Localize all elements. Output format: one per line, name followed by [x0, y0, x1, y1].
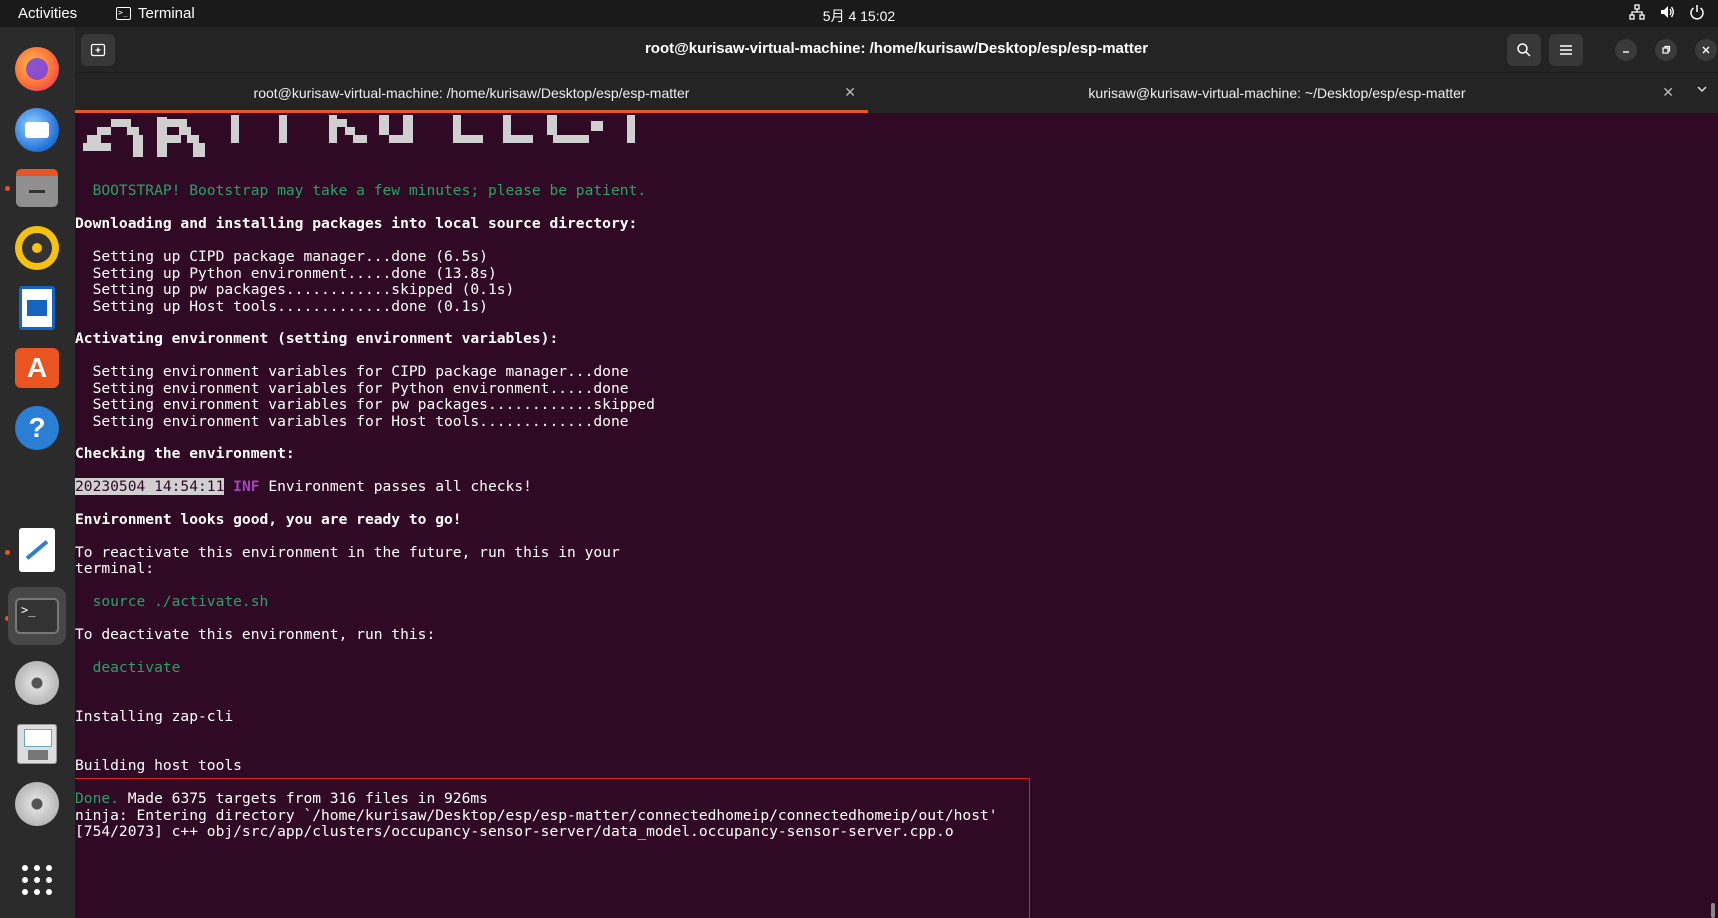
- activities-button[interactable]: Activities: [18, 5, 77, 22]
- tab-kurisaw[interactable]: kurisaw@kurisaw-virtual-machine: ~/Deskt…: [868, 73, 1686, 113]
- dvd-icon: [15, 661, 59, 705]
- power-icon[interactable]: [1688, 4, 1706, 24]
- app-menu[interactable]: >_ Terminal: [116, 5, 195, 22]
- hamburger-icon: [1560, 45, 1572, 55]
- app-center-launcher[interactable]: A: [8, 339, 66, 397]
- top-bar: Activities >_ Terminal 5月 4 15:02: [0, 0, 1718, 27]
- app-name: Terminal: [138, 5, 195, 22]
- rhythmbox-launcher[interactable]: [8, 219, 66, 277]
- reactivate-hint: To reactivate this environment in the fu…: [75, 544, 620, 561]
- section-heading: Activating environment (setting environm…: [75, 330, 559, 347]
- dock: A ? >_: [0, 27, 75, 918]
- files-launcher[interactable]: [8, 159, 66, 217]
- source-command: source ./activate.sh: [75, 593, 269, 610]
- terminal-launcher[interactable]: >_: [8, 587, 66, 645]
- floppy-launcher[interactable]: [8, 715, 66, 773]
- envvar-line: Setting environment variables for Host t…: [75, 413, 629, 430]
- timestamp-selection: 20230504 14:54:11: [75, 478, 225, 495]
- maximize-button[interactable]: [1655, 39, 1677, 61]
- terminal-icon: >_: [15, 598, 59, 634]
- terminal-output[interactable]: BOOTSTRAP! Bootstrap may take a few minu…: [75, 113, 1718, 918]
- section-heading: Downloading and installing packages into…: [75, 215, 638, 232]
- header-bar: root@kurisaw-virtual-machine: /home/kuri…: [75, 27, 1718, 73]
- terminal-app-icon: >_: [116, 7, 131, 20]
- envvar-line: Setting environment variables for pw pac…: [75, 396, 655, 413]
- section-heading: Checking the environment:: [75, 445, 295, 462]
- search-button[interactable]: [1507, 34, 1541, 66]
- floppy-icon: [17, 724, 57, 764]
- close-window-button[interactable]: [1695, 39, 1717, 61]
- search-icon: [1517, 43, 1531, 57]
- setup-line: Setting up CIPD package manager...done (…: [75, 248, 488, 265]
- show-apps-button[interactable]: [8, 851, 66, 909]
- writer-icon: [19, 286, 55, 330]
- ready-message: Environment looks good, you are ready to…: [75, 511, 462, 528]
- restore-icon: [1662, 45, 1671, 54]
- writer-launcher[interactable]: [8, 279, 66, 337]
- close-tab-icon[interactable]: ✕: [844, 84, 856, 101]
- envvar-line: Setting environment variables for CIPD p…: [75, 363, 629, 380]
- dvd-launcher[interactable]: [8, 654, 66, 712]
- tab-list-chevron-icon[interactable]: [1696, 82, 1708, 98]
- app-center-icon: A: [15, 348, 59, 388]
- firefox-launcher[interactable]: [8, 40, 66, 98]
- text-editor-icon: [19, 528, 55, 572]
- dvd-2-launcher[interactable]: [8, 775, 66, 833]
- help-icon: ?: [15, 406, 59, 450]
- terminal-window: root@kurisaw-virtual-machine: /home/kuri…: [75, 27, 1718, 918]
- bootstrap-line: BOOTSTRAP! Bootstrap may take a few minu…: [75, 182, 647, 199]
- clock[interactable]: 5月 4 15:02: [0, 6, 1718, 26]
- reactivate-hint: terminal:: [75, 560, 155, 577]
- firefox-icon: [15, 47, 59, 91]
- thunderbird-launcher[interactable]: [8, 101, 66, 159]
- text-editor-launcher[interactable]: [8, 521, 66, 579]
- new-tab-icon: [90, 43, 106, 57]
- files-icon: [16, 169, 58, 207]
- building-line: Building host tools: [75, 757, 242, 774]
- installing-line: Installing zap-cli: [75, 708, 234, 725]
- help-launcher[interactable]: ?: [8, 399, 66, 457]
- dvd-icon: [15, 782, 59, 826]
- scrollbar-thumb[interactable]: [1711, 903, 1715, 918]
- tab-root[interactable]: root@kurisaw-virtual-machine: /home/kuri…: [75, 73, 868, 113]
- setup-line: Setting up pw packages............skippe…: [75, 281, 515, 298]
- check-message: Environment passes all checks!: [259, 478, 532, 495]
- window-title: root@kurisaw-virtual-machine: /home/kuri…: [644, 40, 1149, 57]
- deactivate-command: deactivate: [75, 659, 181, 676]
- minimize-icon: [1623, 51, 1629, 53]
- rhythmbox-icon: [15, 226, 59, 270]
- tab-bar: root@kurisaw-virtual-machine: /home/kuri…: [75, 73, 1718, 113]
- tab-label: kurisaw@kurisaw-virtual-machine: ~/Deskt…: [1088, 85, 1466, 101]
- volume-icon[interactable]: [1658, 4, 1676, 24]
- check-result-line: 20230504 14:54:11 INF Environment passes…: [75, 478, 532, 496]
- new-tab-button[interactable]: [81, 34, 115, 66]
- done-detail: Made 6375 targets from 316 files in 926m…: [118, 790, 488, 807]
- done-word: Done.: [75, 790, 119, 807]
- menu-button[interactable]: [1549, 34, 1583, 66]
- log-level: INF: [233, 478, 260, 495]
- ascii-banner: [83, 115, 635, 157]
- thunderbird-icon: [15, 108, 59, 152]
- minimize-button[interactable]: [1615, 39, 1637, 61]
- build-progress-line: [754/2073] c++ obj/src/app/clusters/occu…: [75, 823, 954, 840]
- close-icon: [1702, 46, 1710, 54]
- system-tray[interactable]: [1628, 4, 1706, 24]
- close-tab-icon[interactable]: ✕: [1662, 84, 1674, 101]
- done-line: Done. Made 6375 targets from 316 files i…: [75, 790, 488, 808]
- setup-line: Setting up Host tools.............done (…: [75, 298, 488, 315]
- network-icon[interactable]: [1628, 4, 1646, 24]
- deactivate-hint: To deactivate this environment, run this…: [75, 626, 436, 643]
- app-grid-icon: [22, 865, 52, 895]
- tab-label: root@kurisaw-virtual-machine: /home/kuri…: [253, 85, 690, 101]
